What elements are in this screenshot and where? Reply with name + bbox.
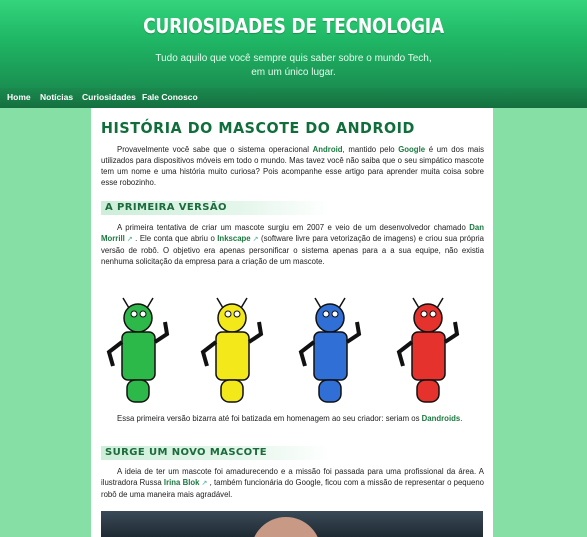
robot-yellow [201,296,263,404]
article-content: HISTÓRIA DO MASCOTE DO ANDROID Provavelm… [91,108,493,537]
article-title: HISTÓRIA DO MASCOTE DO ANDROID [101,119,415,137]
android-link[interactable]: Android [313,145,343,154]
nav-noticias[interactable]: Notícias [40,92,73,102]
nav-fale-conosco[interactable]: Fale Conosco [142,92,198,102]
site-tagline: Tudo aquilo que você sempre quis saber s… [155,53,432,78]
google-link[interactable]: Google [398,145,425,154]
site-header: CURIOSIDADES DE TECNOLOGIA Tudo aquilo q… [0,0,587,88]
dandroids-link[interactable]: Dandroids [422,414,461,423]
site-title[interactable]: CURIOSIDADES DE TECNOLOGIA [41,14,546,38]
section2-paragraph: A ideia de ter um mascote foi amadurecen… [101,467,484,499]
intro-paragraph: Provavelmente você sabe que o sistema op… [101,145,484,187]
robot-red [397,296,459,404]
person-face [251,517,321,537]
irina-blok-link[interactable]: Irina Blok [164,478,200,487]
section-heading-primeira-versao: A PRIMEIRA VERSÃO [101,201,331,215]
robot-green [107,296,169,404]
nav-curiosidades[interactable]: Curiosidades [82,92,136,102]
main-nav: Home Notícias Curiosidades Fale Conosco [0,88,587,108]
section1-paragraph: A primeira tentativa de criar um mascote… [101,223,484,266]
dandroids-robots-image [107,296,459,404]
robot-blue [299,296,361,404]
nav-home[interactable]: Home [7,92,31,102]
section-heading-novo-mascote: SURGE UM NOVO MASCOTE [101,446,331,460]
inkscape-link[interactable]: Inkscape [217,234,250,243]
irina-blok-photo [101,511,483,537]
dandroids-paragraph: Essa primeira versão bizarra até foi bat… [117,414,463,423]
